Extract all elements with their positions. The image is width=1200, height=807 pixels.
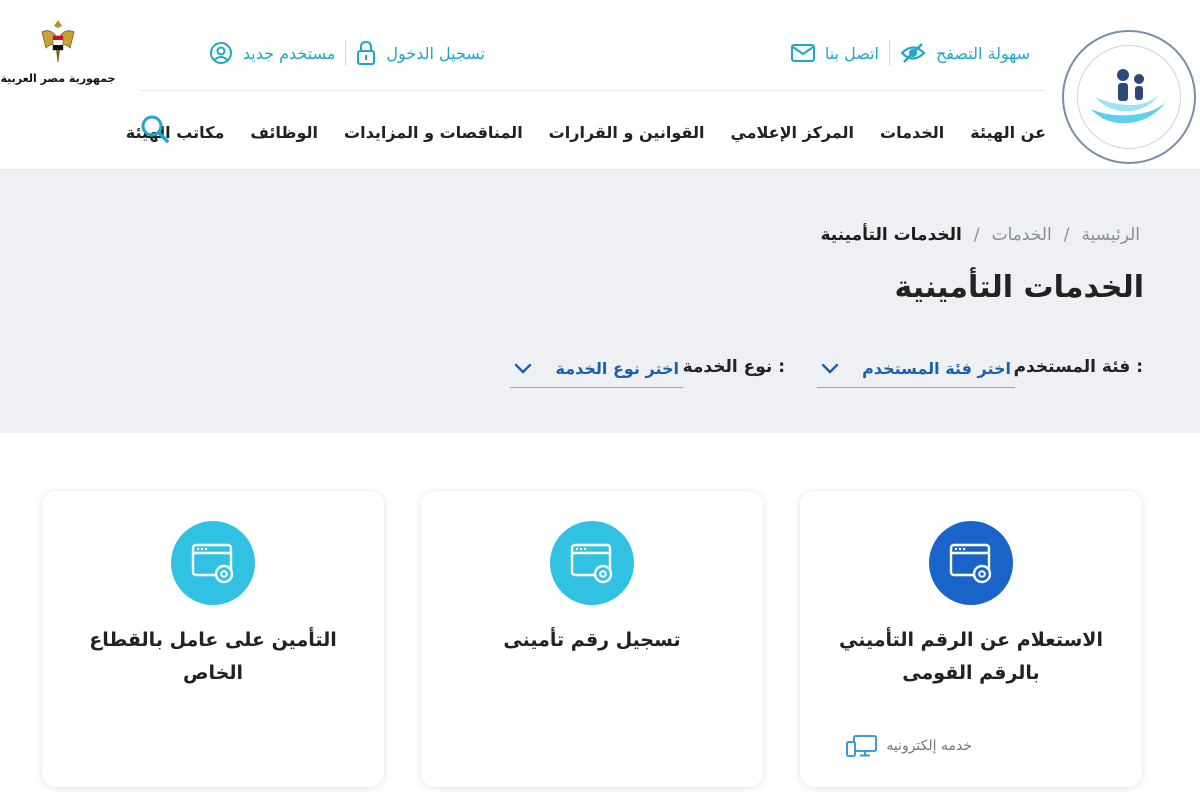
service-type-value: اختر نوع الخدمة [555, 359, 679, 378]
browser-gear-icon [171, 521, 255, 605]
service-card[interactable]: تسجيل رقم تأمينى [421, 491, 763, 787]
new-user-label: مستخدم جديد [242, 43, 336, 63]
site-header: جمهورية مصر العربية اتصل بنا سهولة التصف… [0, 0, 1200, 170]
chevron-down-icon [821, 363, 839, 374]
card-title: تسجيل رقم تأمينى [503, 629, 681, 651]
breadcrumb-services[interactable]: الخدمات [992, 225, 1052, 245]
util-separator [345, 40, 347, 66]
search-icon [141, 115, 169, 143]
search-button[interactable] [140, 114, 170, 144]
card-title: الاستعلام عن الرقم التأميني بالرقم القوم… [839, 629, 1103, 684]
nav-item-about[interactable]: عن الهيئة [970, 123, 1046, 142]
egypt-emblem: جمهورية مصر العربية [0, 16, 116, 85]
nav-item-media-center[interactable]: المركز الإعلامي [730, 123, 854, 142]
service-type-label: نوع الخدمة : [682, 357, 785, 377]
breadcrumb-separator: / [973, 225, 980, 245]
card-title: التأمين على عامل بالقطاع الخاص [89, 629, 337, 684]
main-nav: عن الهيئة الخدمات المركز الإعلامي القوان… [126, 116, 1046, 148]
hands-people-icon [1091, 69, 1167, 124]
new-user-link[interactable]: مستخدم جديد [209, 41, 336, 65]
header-divider [140, 90, 1046, 91]
page-hero: الرئيسية / الخدمات / الخدمات التأمينية ا… [0, 170, 1200, 433]
service-type-select[interactable]: اختر نوع الخدمة [510, 350, 683, 388]
nav-item-services[interactable]: الخدمات [880, 123, 944, 142]
card-tag: خدمه إلكترونيه [846, 734, 972, 758]
eye-slash-icon [900, 43, 926, 63]
contact-link[interactable]: اتصل بنا [790, 43, 879, 63]
login-link[interactable]: تسجيل الدخول [356, 40, 485, 66]
accessibility-link[interactable]: سهولة التصفح [900, 42, 1030, 64]
chevron-down-icon [514, 363, 532, 374]
eagle-emblem-icon [41, 20, 75, 63]
org-logo[interactable] [1062, 30, 1196, 164]
page-title: الخدمات التأمينية [894, 270, 1145, 305]
top-utility-left: مستخدم جديد تسجيل الدخول [209, 38, 485, 68]
top-utility-right: اتصل بنا سهولة التصفح [790, 38, 1030, 68]
user-category-value: اختر فئة المستخدم [862, 359, 1011, 378]
contact-label: اتصل بنا [824, 43, 879, 63]
browser-gear-icon [929, 521, 1013, 605]
nav-item-jobs[interactable]: الوظائف [250, 123, 318, 142]
browser-gear-icon [550, 521, 634, 605]
breadcrumb-current: الخدمات التأمينية [820, 225, 962, 245]
desktop-mobile-icon [846, 735, 878, 757]
user-category-label: فئة المستخدم : [1013, 357, 1143, 377]
egypt-label: جمهورية مصر العربية [0, 72, 116, 85]
org-logo-emblem [1077, 45, 1181, 149]
nav-item-tenders[interactable]: المناقصات و المزايدات [344, 123, 523, 142]
breadcrumb-home[interactable]: الرئيسية [1081, 225, 1140, 245]
util-separator [888, 40, 890, 66]
service-card[interactable]: الاستعلام عن الرقم التأميني بالرقم القوم… [800, 491, 1142, 787]
user-circle-icon [209, 42, 232, 64]
accessibility-label: سهولة التصفح [935, 43, 1030, 63]
envelope-icon [790, 44, 815, 62]
login-label: تسجيل الدخول [386, 43, 485, 63]
nav-item-laws[interactable]: القوانين و القرارات [549, 123, 705, 142]
breadcrumb: الرئيسية / الخدمات / الخدمات التأمينية [820, 225, 1140, 245]
lock-icon [357, 40, 376, 65]
card-tag-label: خدمه إلكترونيه [886, 738, 972, 754]
user-category-select[interactable]: اختر فئة المستخدم [817, 350, 1015, 388]
breadcrumb-separator: / [1063, 225, 1070, 245]
service-card[interactable]: التأمين على عامل بالقطاع الخاص [42, 491, 384, 787]
